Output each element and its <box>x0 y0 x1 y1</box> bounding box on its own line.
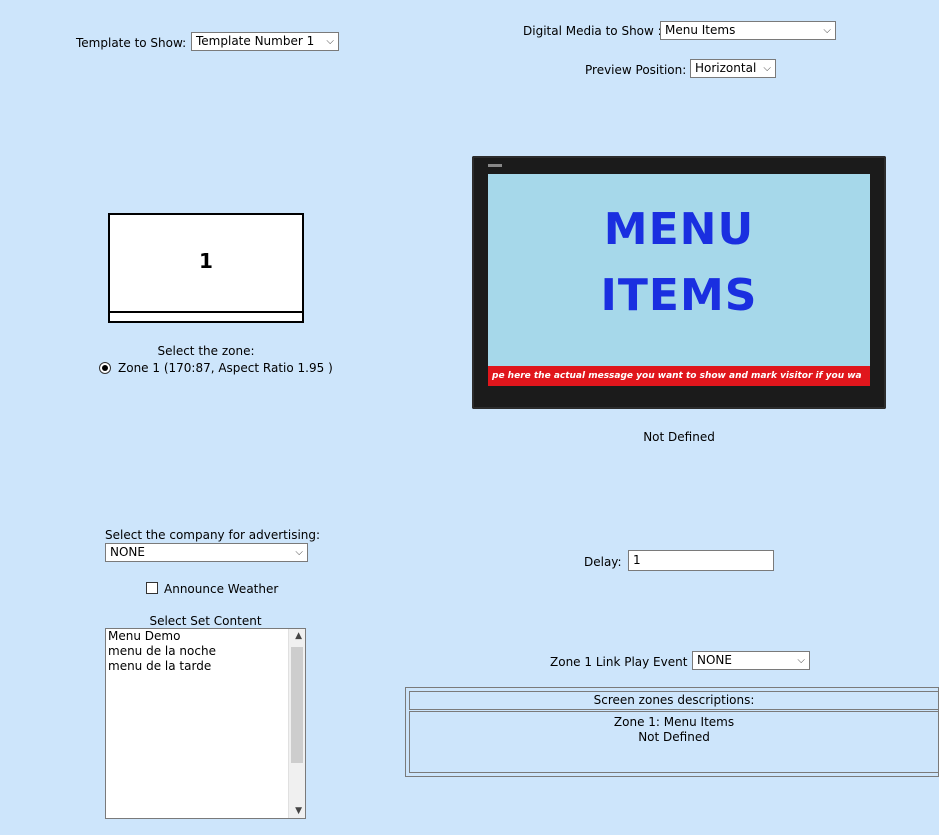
zone-1-radio[interactable] <box>99 362 111 374</box>
listbox-scroll-thumb[interactable] <box>291 647 303 763</box>
screen-zones-descriptions: Screen zones descriptions: Zone 1: Menu … <box>405 687 939 777</box>
tv-screen: MENU ITEMS <box>488 174 870 366</box>
digital-media-label: Digital Media to Show : <box>523 24 662 38</box>
delay-label: Delay: <box>584 555 622 569</box>
chevron-down-icon: ⌵ <box>295 547 303 558</box>
zone-1-radio-label: Zone 1 (170:87, Aspect Ratio 1.95 ) <box>118 361 333 375</box>
list-item[interactable]: menu de la tarde <box>106 659 305 674</box>
zones-desc-line1: Zone 1: Menu Items <box>613 715 735 729</box>
advertising-label: Select the company for advertising: <box>105 528 321 542</box>
digital-media-value: Menu Items <box>665 23 736 37</box>
advertising-value: NONE <box>110 545 145 559</box>
preview-position-select[interactable]: Horizontal ⌵ <box>690 59 776 78</box>
link-play-value: NONE <box>697 653 732 667</box>
template-select[interactable]: Template Number 1 ⌵ <box>191 32 339 51</box>
tv-preview: MENU ITEMS pe here the actual message yo… <box>472 156 886 409</box>
zones-desc-body: Zone 1: Menu Items Not Defined <box>409 711 938 773</box>
tv-indicator <box>488 164 502 167</box>
chevron-down-icon: ⌵ <box>823 25 831 36</box>
chevron-down-icon: ⌵ <box>797 655 805 666</box>
list-item[interactable]: Menu Demo <box>106 629 305 644</box>
link-play-label: Zone 1 Link Play Event : <box>550 655 696 669</box>
set-content-title: Select Set Content <box>149 614 262 628</box>
zone-select-title: Select the zone: <box>157 344 255 358</box>
template-label: Template to Show: <box>76 36 187 50</box>
chevron-up-icon[interactable]: ▲ <box>295 631 302 641</box>
tv-title-line1: MENU <box>603 204 755 255</box>
tv-status: Not Defined <box>643 430 715 444</box>
chevron-down-icon: ⌵ <box>763 63 771 74</box>
zones-desc-header: Screen zones descriptions: <box>409 691 938 710</box>
delay-input[interactable]: 1 <box>628 550 774 571</box>
zone-number: 1 <box>199 249 213 273</box>
zones-desc-line2: Not Defined <box>638 730 710 744</box>
tv-title-line2: ITEMS <box>600 270 758 321</box>
digital-media-select[interactable]: Menu Items ⌵ <box>660 21 836 40</box>
link-play-select[interactable]: NONE ⌵ <box>692 651 810 670</box>
chevron-down-icon[interactable]: ▼ <box>295 806 302 816</box>
preview-position-value: Horizontal <box>695 61 757 75</box>
tv-ticker: pe here the actual message you want to s… <box>488 366 870 386</box>
list-item[interactable]: menu de la noche <box>106 644 305 659</box>
preview-position-label: Preview Position: <box>585 63 687 77</box>
announce-weather-checkbox[interactable] <box>146 582 158 594</box>
template-select-value: Template Number 1 <box>196 34 315 48</box>
ticker-strip-zone <box>110 311 302 321</box>
set-content-listbox[interactable]: Menu Demo menu de la noche menu de la ta… <box>105 628 306 819</box>
announce-weather-label: Announce Weather <box>164 582 279 596</box>
template-zone-preview[interactable]: 1 <box>108 213 304 323</box>
advertising-select[interactable]: NONE ⌵ <box>105 543 308 562</box>
chevron-down-icon: ⌵ <box>326 36 334 47</box>
